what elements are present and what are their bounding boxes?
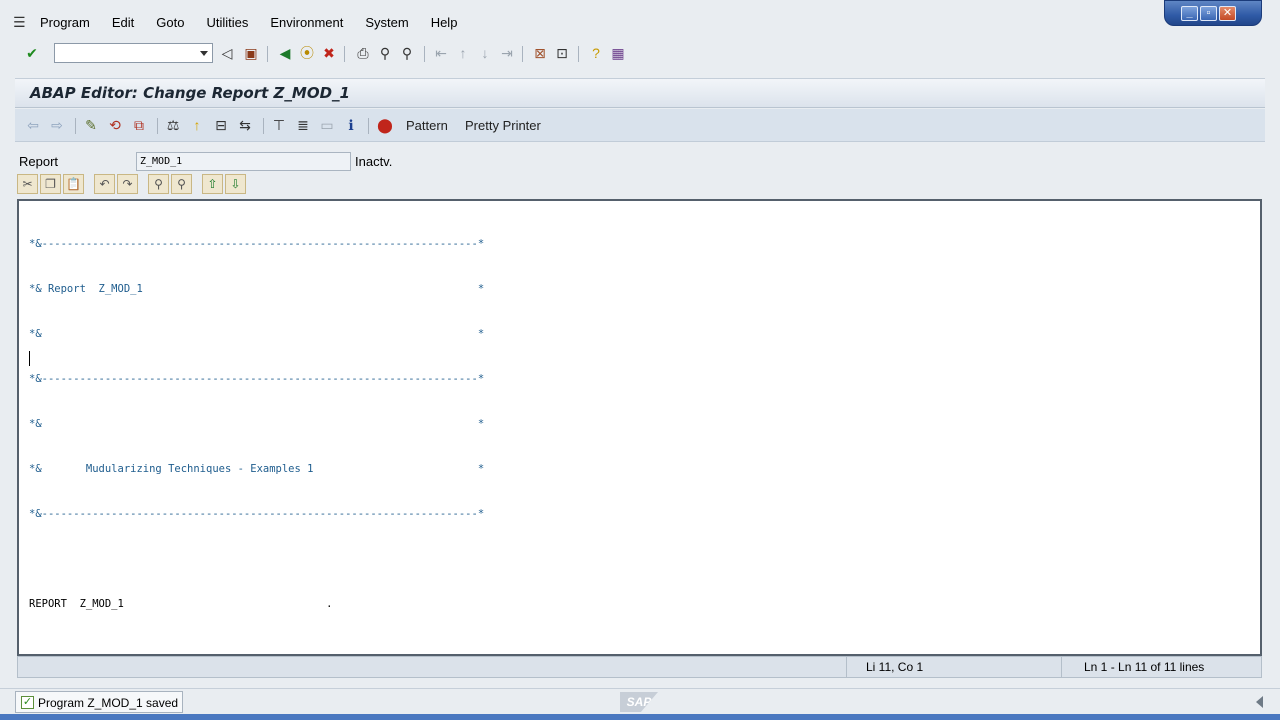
breakpoint-icon[interactable]: ⬤: [376, 116, 394, 134]
code-line: *& Mudularizing Techniques - Examples 1 …: [29, 463, 485, 475]
enter-icon[interactable]: ✔: [23, 44, 41, 62]
toolbar-separator: [263, 118, 264, 134]
back-icon[interactable]: ◀: [276, 44, 294, 62]
info-icon[interactable]: ℹ: [342, 116, 360, 134]
last-page-icon[interactable]: ⇥: [498, 44, 516, 62]
help-icon[interactable]: ?: [587, 44, 605, 62]
status-bar: ✓ Program Z_MOD_1 saved SAP: [0, 688, 1280, 714]
cursor-position-cell: Li 11, Co 1: [846, 657, 1061, 677]
toolbar-separator: [75, 118, 76, 134]
toolbar-separator: [522, 46, 523, 62]
close-icon[interactable]: ✕: [1219, 5, 1236, 21]
toolbar-separator: [344, 46, 345, 62]
display-change-icon[interactable]: ✎: [82, 116, 100, 134]
new-session-icon[interactable]: ⊠: [531, 44, 549, 62]
cut-icon[interactable]: ✂: [17, 174, 38, 194]
code-line: *&--------------------------------------…: [29, 238, 485, 250]
code-area[interactable]: *&--------------------------------------…: [29, 207, 484, 720]
restore-icon[interactable]: ▫: [1200, 5, 1217, 21]
previous-page-icon[interactable]: ↑: [454, 44, 472, 62]
menu-goto[interactable]: Goto: [156, 15, 184, 30]
code-line: REPORT Z_MOD_1 .: [29, 598, 333, 610]
code-editor[interactable]: *&--------------------------------------…: [17, 199, 1262, 656]
text-cursor: [29, 351, 30, 366]
check-icon[interactable]: ⚖: [164, 116, 182, 134]
next-page-icon[interactable]: ↓: [476, 44, 494, 62]
object-list-icon[interactable]: ⊤: [270, 116, 288, 134]
pretty-printer-button[interactable]: Pretty Printer: [465, 118, 541, 133]
upload-icon[interactable]: ⇧: [202, 174, 223, 194]
menu-system[interactable]: System: [365, 15, 408, 30]
page-title: ABAP Editor: Change Report Z_MOD_1: [30, 84, 350, 102]
code-line: *& *: [29, 328, 485, 340]
toolbar-separator: [424, 46, 425, 62]
cancel-icon[interactable]: ✖: [320, 44, 338, 62]
cursor-position: Li 11, Co 1: [866, 660, 924, 674]
back-arrow-icon[interactable]: ⇦: [24, 116, 42, 134]
title-bar: ABAP Editor: Change Report Z_MOD_1: [15, 78, 1265, 108]
report-field[interactable]: Z_MOD_1: [136, 152, 351, 171]
active-inactive-icon[interactable]: ⟲: [106, 116, 124, 134]
application-toolbar: ⇦ ⇨ ✎ ⟲ ⧉ ⚖ ↑ ⊟ ⇆ ⊤ ≣ ▭ ℹ ⬤ Pattern Pret…: [15, 109, 1265, 142]
menu-bar: Program Edit Goto Utilities Environment …: [40, 15, 479, 30]
split-screen-icon[interactable]: ▭: [318, 116, 336, 134]
line-range-cell: Ln 1 - Ln 11 of 11 lines: [1061, 657, 1261, 677]
first-page-icon[interactable]: ⇤: [432, 44, 450, 62]
menu-utilities[interactable]: Utilities: [206, 15, 248, 30]
paste-icon[interactable]: 📋: [63, 174, 84, 194]
window-controls: _ ▫ ✕: [1164, 0, 1262, 26]
code-line: *& *: [29, 418, 485, 430]
menu-help[interactable]: Help: [431, 15, 458, 30]
find-next-icon[interactable]: ⚲: [171, 174, 192, 194]
find-icon[interactable]: ⚲: [376, 44, 394, 62]
shortcut-icon[interactable]: ⊡: [553, 44, 571, 62]
taskbar-strip: [0, 714, 1280, 720]
other-object-icon[interactable]: ⧉: [130, 116, 148, 134]
download-icon[interactable]: ⇩: [225, 174, 246, 194]
toolbar-separator: [368, 118, 369, 134]
success-check-icon: ✓: [21, 696, 34, 709]
menu-edit[interactable]: Edit: [112, 15, 134, 30]
status-message-box[interactable]: ✓ Program Z_MOD_1 saved: [15, 691, 183, 713]
save-icon[interactable]: ▣: [242, 44, 260, 62]
redo-icon[interactable]: ↷: [117, 174, 138, 194]
exit-icon[interactable]: ⦿: [298, 44, 316, 62]
print-icon[interactable]: ⎙: [354, 44, 372, 62]
line-range: Ln 1 - Ln 11 of 11 lines: [1084, 660, 1205, 674]
code-line: *& Report Z_MOD_1 *: [29, 283, 485, 295]
forward-arrow-icon[interactable]: ⇨: [48, 116, 66, 134]
command-field[interactable]: [54, 43, 213, 63]
where-used-icon[interactable]: ⇆: [236, 116, 254, 134]
undo-icon[interactable]: ↶: [94, 174, 115, 194]
status-message: Program Z_MOD_1 saved: [38, 696, 179, 710]
menu-environment[interactable]: Environment: [270, 15, 343, 30]
copy-icon[interactable]: ❐: [40, 174, 61, 194]
collapse-status-icon[interactable]: [1256, 696, 1263, 708]
pattern-button[interactable]: Pattern: [406, 118, 448, 133]
find-next-icon[interactable]: ⚲: [398, 44, 416, 62]
menu-program[interactable]: Program: [40, 15, 90, 30]
code-line: *&--------------------------------------…: [29, 508, 485, 520]
activate-icon[interactable]: ↑: [188, 116, 206, 134]
navigation-window-icon[interactable]: ≣: [294, 116, 312, 134]
chevron-down-icon[interactable]: [200, 51, 208, 56]
find-icon[interactable]: ⚲: [148, 174, 169, 194]
system-menu-icon[interactable]: ☰: [13, 14, 26, 31]
code-line: *&--------------------------------------…: [29, 373, 485, 385]
minimize-icon[interactable]: _: [1181, 5, 1198, 21]
report-label: Report: [19, 154, 59, 169]
sap-logo: SAP: [620, 692, 658, 712]
toolbar-separator: [578, 46, 579, 62]
test-icon[interactable]: ⊟: [212, 116, 230, 134]
toolbar-separator: [157, 118, 158, 134]
toolbar-separator: [267, 46, 268, 62]
layout-menu-icon[interactable]: ▦: [609, 44, 627, 62]
back-small-icon[interactable]: ◁: [218, 44, 236, 62]
status-badge: Inactv.: [355, 154, 393, 169]
editor-status-bar: Li 11, Co 1 Ln 1 - Ln 11 of 11 lines: [17, 656, 1262, 678]
